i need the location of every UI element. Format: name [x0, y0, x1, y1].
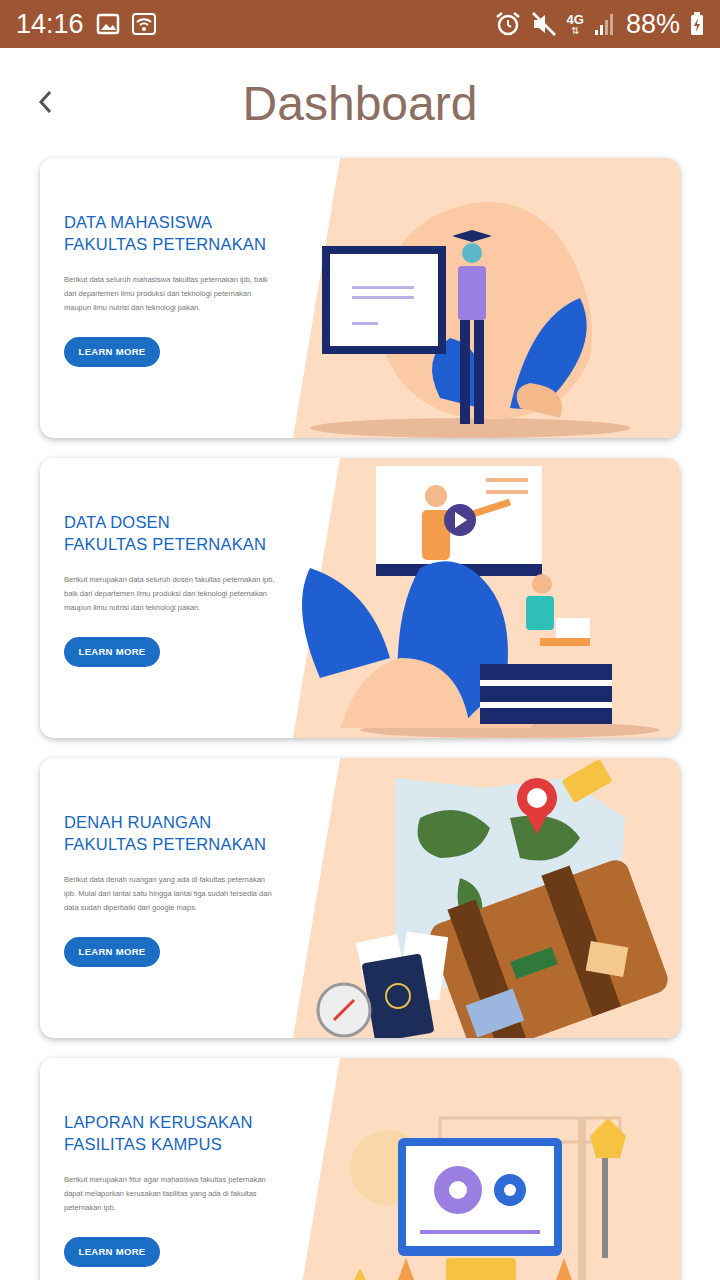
card-text: DATA DOSENFAKULTAS PETERNAKAN Berikut mer… — [40, 458, 280, 667]
card-title: LAPORAN KERUSAKANFASILITAS KAMPUS — [64, 1111, 280, 1155]
learn-more-button[interactable]: LEARN MORE — [64, 337, 160, 367]
card-text: LAPORAN KERUSAKANFASILITAS KAMPUS Berikut… — [40, 1058, 280, 1267]
card-description: Berikut merupakan data seluruh dosen fak… — [64, 573, 278, 615]
card-title-line: FAKULTAS PETERNAKAN — [64, 233, 280, 255]
card-title: DATA MAHASISWAFAKULTAS PETERNAKAN — [64, 211, 280, 255]
battery-charging-icon — [690, 12, 704, 36]
header: Dashboard — [0, 48, 720, 158]
clock: 14:16 — [16, 11, 84, 38]
card-title-line: FAKULTAS PETERNAKAN — [64, 833, 280, 855]
card-title-line: LAPORAN KERUSAKAN — [64, 1111, 280, 1133]
network-type: 4G — [567, 13, 584, 26]
page-title: Dashboard — [0, 78, 720, 128]
learn-more-button[interactable]: LEARN MORE — [64, 937, 160, 967]
card-description: Berikut data denah ruangan yang ada di f… — [64, 873, 278, 915]
card-title: DENAH RUANGANFAKULTAS PETERNAKAN — [64, 811, 280, 855]
menu-card[interactable]: DATA MAHASISWAFAKULTAS PETERNAKAN Berikut… — [40, 158, 680, 438]
card-title-line: DENAH RUANGAN — [64, 811, 280, 833]
back-button[interactable] — [30, 84, 60, 120]
card-description: Berikut data seluruh mahasiswa fakultas … — [64, 273, 278, 315]
gallery-icon — [96, 13, 120, 35]
card-title: DATA DOSENFAKULTAS PETERNAKAN — [64, 511, 280, 555]
back-arrow-icon — [37, 89, 53, 115]
battery-level: 88% — [626, 11, 680, 38]
signal-icon — [594, 12, 616, 36]
card-text: DENAH RUANGANFAKULTAS PETERNAKAN Berikut … — [40, 758, 280, 967]
learn-more-button[interactable]: LEARN MORE — [64, 637, 160, 667]
menu-card[interactable]: LAPORAN KERUSAKANFASILITAS KAMPUS Berikut… — [40, 1058, 680, 1280]
alarm-icon — [495, 11, 521, 37]
card-list: DATA MAHASISWAFAKULTAS PETERNAKANBerikut… — [0, 158, 720, 1280]
status-bar: 14:16 4G ⇅ 88% — [0, 0, 720, 48]
data-arrows-icon: ⇅ — [571, 26, 579, 36]
learn-more-button[interactable]: LEARN MORE — [64, 1237, 160, 1267]
card-title-line: FAKULTAS PETERNAKAN — [64, 533, 280, 555]
card-title-line: FASILITAS KAMPUS — [64, 1133, 280, 1155]
card-title-line: DATA DOSEN — [64, 511, 280, 533]
card-title-line: DATA MAHASISWA — [64, 211, 280, 233]
menu-card[interactable]: DENAH RUANGANFAKULTAS PETERNAKAN Berikut … — [40, 758, 680, 1038]
card-text: DATA MAHASISWAFAKULTAS PETERNAKAN Berikut… — [40, 158, 280, 367]
card-description: Berikut merupakan fitur agar mahasiswa f… — [64, 1173, 278, 1215]
wifi-icon — [132, 13, 156, 35]
mute-icon — [531, 11, 557, 37]
menu-card[interactable]: DATA DOSENFAKULTAS PETERNAKAN Berikut mer… — [40, 458, 680, 738]
